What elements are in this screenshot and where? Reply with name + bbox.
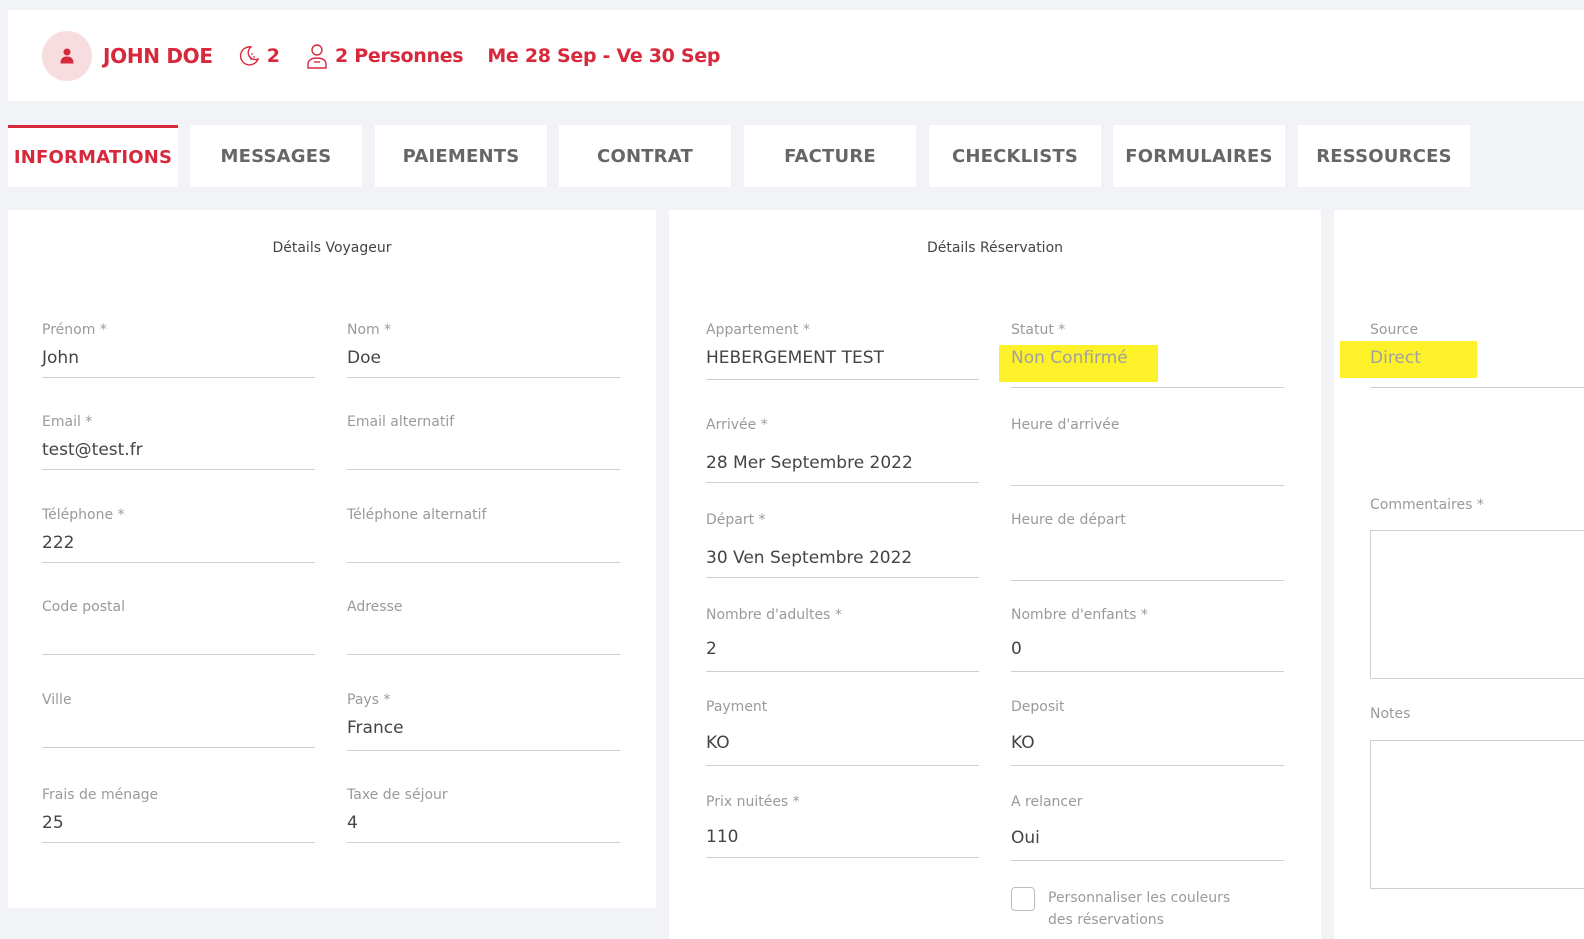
field-label: Téléphone * — [42, 507, 125, 523]
tab-ressources[interactable]: RESSOURCES — [1298, 125, 1470, 187]
nights-value: 2 — [266, 44, 280, 67]
tab-informations[interactable]: INFORMATIONS — [8, 125, 178, 187]
field-underline — [1011, 387, 1284, 388]
field-underline — [706, 765, 979, 766]
field-underline — [1011, 765, 1284, 766]
field-label: Pays * — [347, 692, 391, 708]
field-label: Heure de départ — [1011, 512, 1126, 528]
field-value: 0 — [1011, 639, 1022, 659]
custom-colors-label: Personnaliser les couleurs des réservati… — [1048, 890, 1231, 928]
field-underline — [1011, 671, 1284, 672]
reservation-header: JOHN DOE 2 2 Personnes Me 28 Sep - Ve 30… — [8, 10, 1584, 101]
field-underline — [706, 577, 979, 578]
field-label: Nom * — [347, 322, 392, 338]
field-value: KO — [706, 733, 730, 753]
field-underline — [42, 469, 315, 470]
traveler-details-card: Détails Voyageur Prénom * John Nom * Doe… — [8, 210, 656, 908]
tab-messages[interactable]: MESSAGES — [190, 125, 362, 187]
field-underline — [1011, 580, 1284, 581]
field-value: Oui — [1011, 828, 1040, 848]
field-underline — [42, 747, 315, 748]
field-label: Départ * — [706, 512, 766, 528]
field-value: test@test.fr — [42, 440, 143, 460]
field-value: Non Confirmé — [1011, 348, 1128, 368]
field-label: Téléphone alternatif — [347, 507, 487, 523]
field-underline — [42, 562, 315, 563]
field-value: France — [347, 718, 404, 738]
field-value: 4 — [347, 813, 358, 833]
field-label: Prénom * — [42, 322, 107, 338]
field-label: Notes — [1370, 706, 1411, 722]
field-label: Source — [1370, 322, 1419, 338]
field-underline — [347, 469, 620, 470]
moon-icon — [239, 45, 259, 66]
tab-formulaires[interactable]: FORMULAIRES — [1113, 125, 1285, 187]
field-label: Prix nuitées * — [706, 794, 800, 810]
field-underline — [706, 482, 979, 483]
avatar — [42, 30, 92, 81]
field-underline — [347, 377, 620, 378]
field-label: Commentaires * — [1370, 497, 1484, 513]
field-label: Statut * — [1011, 322, 1066, 338]
field-value: KO — [1011, 733, 1035, 753]
field-label: Deposit — [1011, 699, 1065, 715]
field-underline — [1011, 485, 1284, 486]
field-label: Email * — [42, 414, 93, 430]
field-value: 222 — [42, 533, 75, 553]
tab-paiements[interactable]: PAIEMENTS — [375, 125, 547, 187]
field-underline — [42, 654, 315, 655]
field-value: 30 Ven Septembre 2022 — [706, 548, 913, 568]
field-label: Appartement * — [706, 322, 810, 338]
persons-value: 2 Personnes — [334, 44, 464, 67]
persons-count: 2 Personnes — [305, 43, 464, 69]
field-label: Adresse — [347, 599, 403, 615]
field-value: HEBERGEMENT TEST — [706, 348, 884, 368]
field-value: John — [42, 348, 79, 368]
custom-colors-checkbox[interactable] — [1011, 887, 1035, 911]
person-icon — [307, 43, 327, 69]
field-underline — [347, 750, 620, 751]
field-label: Arrivée * — [706, 417, 768, 433]
field-label: Taxe de séjour — [347, 787, 448, 803]
field-underline — [347, 842, 620, 843]
field-value: 28 Mer Septembre 2022 — [706, 453, 913, 473]
field-value: Direct — [1370, 348, 1421, 368]
field-label: Email alternatif — [347, 414, 455, 430]
comments-textarea[interactable] — [1370, 530, 1584, 679]
field-underline — [42, 842, 315, 843]
field-underline — [706, 379, 979, 380]
field-label: Nombre d'adultes * — [706, 607, 842, 623]
additional-info-card: Source Direct Commentaires * Notes — [1334, 210, 1584, 939]
field-value: Doe — [347, 348, 381, 368]
field-value: 25 — [42, 813, 64, 833]
field-label: Ville — [42, 692, 72, 708]
tab-contrat[interactable]: CONTRAT — [559, 125, 731, 187]
field-underline — [706, 671, 979, 672]
user-icon — [60, 48, 74, 63]
reservation-details-card: Détails Réservation Appartement * HEBERG… — [669, 210, 1321, 939]
nights-count: 2 — [237, 44, 280, 68]
field-value: 110 — [706, 827, 739, 847]
notes-textarea[interactable] — [1370, 740, 1584, 889]
card-title: Détails Voyageur — [272, 240, 392, 256]
field-label: Heure d'arrivée — [1011, 417, 1120, 433]
field-underline — [42, 377, 315, 378]
field-underline — [347, 654, 620, 655]
field-underline — [1011, 860, 1284, 861]
tab-facture[interactable]: FACTURE — [744, 125, 916, 187]
guest-name: JOHN DOE — [103, 43, 213, 68]
stay-dates: Me 28 Sep - Ve 30 Sep — [487, 44, 721, 67]
field-underline — [347, 562, 620, 563]
field-label: Nombre d'enfants * — [1011, 607, 1148, 623]
field-value: 2 — [706, 639, 717, 659]
field-label: Payment — [706, 699, 768, 715]
field-label: Frais de ménage — [42, 787, 159, 803]
tab-checklists[interactable]: CHECKLISTS — [929, 125, 1101, 187]
field-label: Code postal — [42, 599, 125, 615]
field-underline — [706, 857, 979, 858]
field-label: A relancer — [1011, 794, 1083, 810]
field-underline — [1370, 387, 1584, 388]
card-title: Détails Réservation — [926, 240, 1064, 256]
